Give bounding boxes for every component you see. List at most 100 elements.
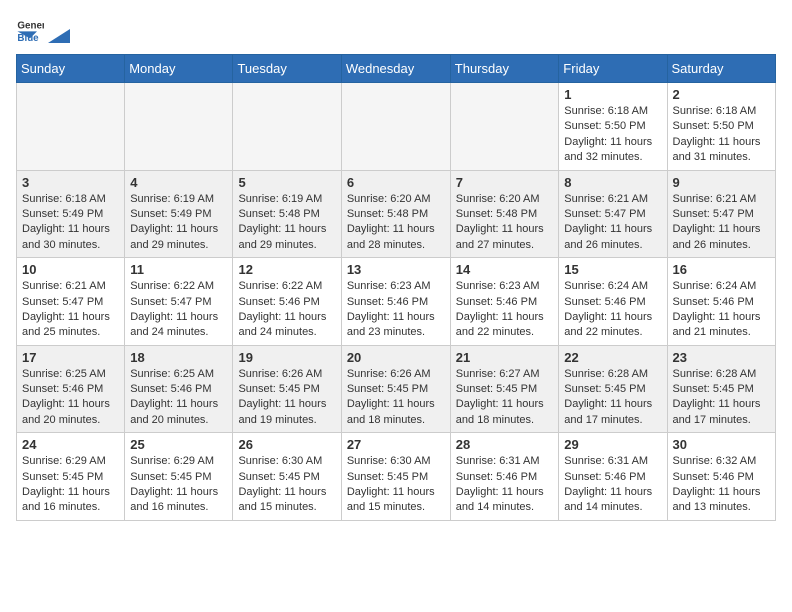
calendar-day-20: 20 Sunrise: 6:26 AM Sunset: 5:45 PM Dayli… [341, 345, 450, 433]
day-number: 7 [456, 175, 554, 190]
day-number: 9 [673, 175, 770, 190]
weekday-header-friday: Friday [559, 55, 667, 83]
day-number: 5 [238, 175, 335, 190]
weekday-header-thursday: Thursday [450, 55, 559, 83]
day-number: 11 [130, 262, 227, 277]
day-number: 22 [564, 350, 661, 365]
day-number: 8 [564, 175, 661, 190]
day-number: 24 [22, 437, 119, 452]
calendar-week-row: 17 Sunrise: 6:25 AM Sunset: 5:46 PM Dayli… [17, 345, 776, 433]
calendar-day-28: 28 Sunrise: 6:31 AM Sunset: 5:46 PM Dayli… [450, 433, 559, 521]
calendar-day-24: 24 Sunrise: 6:29 AM Sunset: 5:45 PM Dayli… [17, 433, 125, 521]
day-number: 14 [456, 262, 554, 277]
calendar-day-10: 10 Sunrise: 6:21 AM Sunset: 5:47 PM Dayli… [17, 258, 125, 346]
day-info: Sunrise: 6:28 AM Sunset: 5:45 PM Dayligh… [564, 367, 661, 429]
calendar-day-3: 3 Sunrise: 6:18 AM Sunset: 5:49 PM Daylig… [17, 170, 125, 258]
day-number: 27 [347, 437, 445, 452]
calendar-week-row: 1 Sunrise: 6:18 AM Sunset: 5:50 PM Daylig… [17, 83, 776, 171]
day-info: Sunrise: 6:22 AM Sunset: 5:47 PM Dayligh… [130, 279, 227, 341]
day-info: Sunrise: 6:30 AM Sunset: 5:45 PM Dayligh… [347, 454, 445, 516]
calendar-day-15: 15 Sunrise: 6:24 AM Sunset: 5:46 PM Dayli… [559, 258, 667, 346]
calendar-week-row: 24 Sunrise: 6:29 AM Sunset: 5:45 PM Dayli… [17, 433, 776, 521]
calendar-empty-cell [233, 83, 341, 171]
weekday-header-saturday: Saturday [667, 55, 775, 83]
day-number: 18 [130, 350, 227, 365]
calendar-day-19: 19 Sunrise: 6:26 AM Sunset: 5:45 PM Dayli… [233, 345, 341, 433]
day-number: 12 [238, 262, 335, 277]
calendar-empty-cell [341, 83, 450, 171]
calendar-day-23: 23Sunrise: 6:28 AM Sunset: 5:45 PM Dayli… [667, 345, 775, 433]
day-info: Sunrise: 6:20 AM Sunset: 5:48 PM Dayligh… [456, 192, 554, 254]
day-number: 26 [238, 437, 335, 452]
calendar-week-row: 3 Sunrise: 6:18 AM Sunset: 5:49 PM Daylig… [17, 170, 776, 258]
day-info: Sunrise: 6:25 AM Sunset: 5:46 PM Dayligh… [130, 367, 227, 429]
day-number: 17 [22, 350, 119, 365]
calendar-day-30: 30Sunrise: 6:32 AM Sunset: 5:46 PM Dayli… [667, 433, 775, 521]
day-info: Sunrise: 6:18 AM Sunset: 5:50 PM Dayligh… [564, 104, 661, 166]
calendar-day-14: 14Sunrise: 6:23 AM Sunset: 5:46 PM Dayli… [450, 258, 559, 346]
calendar-table: SundayMondayTuesdayWednesdayThursdayFrid… [16, 54, 776, 521]
logo-icon: General Blue [16, 16, 44, 44]
calendar-day-1: 1 Sunrise: 6:18 AM Sunset: 5:50 PM Daylig… [559, 83, 667, 171]
day-number: 19 [238, 350, 335, 365]
day-info: Sunrise: 6:23 AM Sunset: 5:46 PM Dayligh… [347, 279, 445, 341]
day-info: Sunrise: 6:18 AM Sunset: 5:50 PM Dayligh… [673, 104, 770, 166]
day-info: Sunrise: 6:27 AM Sunset: 5:45 PM Dayligh… [456, 367, 554, 429]
day-number: 28 [456, 437, 554, 452]
calendar-day-13: 13 Sunrise: 6:23 AM Sunset: 5:46 PM Dayli… [341, 258, 450, 346]
day-info: Sunrise: 6:21 AM Sunset: 5:47 PM Dayligh… [22, 279, 119, 341]
day-info: Sunrise: 6:26 AM Sunset: 5:45 PM Dayligh… [238, 367, 335, 429]
day-info: Sunrise: 6:18 AM Sunset: 5:49 PM Dayligh… [22, 192, 119, 254]
calendar-day-5: 5 Sunrise: 6:19 AM Sunset: 5:48 PM Daylig… [233, 170, 341, 258]
day-info: Sunrise: 6:30 AM Sunset: 5:45 PM Dayligh… [238, 454, 335, 516]
day-number: 29 [564, 437, 661, 452]
day-info: Sunrise: 6:22 AM Sunset: 5:46 PM Dayligh… [238, 279, 335, 341]
calendar-empty-cell [125, 83, 233, 171]
day-info: Sunrise: 6:31 AM Sunset: 5:46 PM Dayligh… [456, 454, 554, 516]
logo: General Blue [16, 16, 70, 44]
calendar-day-11: 11 Sunrise: 6:22 AM Sunset: 5:47 PM Dayli… [125, 258, 233, 346]
day-number: 10 [22, 262, 119, 277]
calendar-day-27: 27 Sunrise: 6:30 AM Sunset: 5:45 PM Dayli… [341, 433, 450, 521]
day-number: 13 [347, 262, 445, 277]
day-info: Sunrise: 6:26 AM Sunset: 5:45 PM Dayligh… [347, 367, 445, 429]
calendar-day-26: 26 Sunrise: 6:30 AM Sunset: 5:45 PM Dayli… [233, 433, 341, 521]
day-number: 25 [130, 437, 227, 452]
calendar-day-22: 22 Sunrise: 6:28 AM Sunset: 5:45 PM Dayli… [559, 345, 667, 433]
logo-triangle-icon [48, 21, 70, 43]
day-info: Sunrise: 6:21 AM Sunset: 5:47 PM Dayligh… [673, 192, 770, 254]
day-info: Sunrise: 6:20 AM Sunset: 5:48 PM Dayligh… [347, 192, 445, 254]
calendar-day-4: 4 Sunrise: 6:19 AM Sunset: 5:49 PM Daylig… [125, 170, 233, 258]
day-number: 20 [347, 350, 445, 365]
day-number: 4 [130, 175, 227, 190]
day-info: Sunrise: 6:24 AM Sunset: 5:46 PM Dayligh… [564, 279, 661, 341]
svg-text:Blue: Blue [17, 33, 39, 44]
calendar-day-17: 17 Sunrise: 6:25 AM Sunset: 5:46 PM Dayli… [17, 345, 125, 433]
calendar-day-29: 29 Sunrise: 6:31 AM Sunset: 5:46 PM Dayli… [559, 433, 667, 521]
day-info: Sunrise: 6:32 AM Sunset: 5:46 PM Dayligh… [673, 454, 770, 516]
day-number: 3 [22, 175, 119, 190]
page-header: General Blue [16, 16, 776, 44]
calendar-week-row: 10 Sunrise: 6:21 AM Sunset: 5:47 PM Dayli… [17, 258, 776, 346]
day-number: 21 [456, 350, 554, 365]
day-number: 2 [673, 87, 770, 102]
calendar-day-7: 7 Sunrise: 6:20 AM Sunset: 5:48 PM Daylig… [450, 170, 559, 258]
calendar-day-9: 9 Sunrise: 6:21 AM Sunset: 5:47 PM Daylig… [667, 170, 775, 258]
day-info: Sunrise: 6:31 AM Sunset: 5:46 PM Dayligh… [564, 454, 661, 516]
weekday-header-monday: Monday [125, 55, 233, 83]
day-number: 1 [564, 87, 661, 102]
calendar-empty-cell [450, 83, 559, 171]
weekday-header-sunday: Sunday [17, 55, 125, 83]
day-info: Sunrise: 6:19 AM Sunset: 5:49 PM Dayligh… [130, 192, 227, 254]
day-info: Sunrise: 6:28 AM Sunset: 5:45 PM Dayligh… [673, 367, 770, 429]
day-info: Sunrise: 6:25 AM Sunset: 5:46 PM Dayligh… [22, 367, 119, 429]
weekday-header-wednesday: Wednesday [341, 55, 450, 83]
calendar-day-6: 6Sunrise: 6:20 AM Sunset: 5:48 PM Daylig… [341, 170, 450, 258]
day-number: 15 [564, 262, 661, 277]
calendar-day-25: 25Sunrise: 6:29 AM Sunset: 5:45 PM Dayli… [125, 433, 233, 521]
svg-text:General: General [17, 21, 44, 32]
day-info: Sunrise: 6:29 AM Sunset: 5:45 PM Dayligh… [22, 454, 119, 516]
calendar-day-16: 16Sunrise: 6:24 AM Sunset: 5:46 PM Dayli… [667, 258, 775, 346]
calendar-day-12: 12 Sunrise: 6:22 AM Sunset: 5:46 PM Dayli… [233, 258, 341, 346]
day-info: Sunrise: 6:19 AM Sunset: 5:48 PM Dayligh… [238, 192, 335, 254]
